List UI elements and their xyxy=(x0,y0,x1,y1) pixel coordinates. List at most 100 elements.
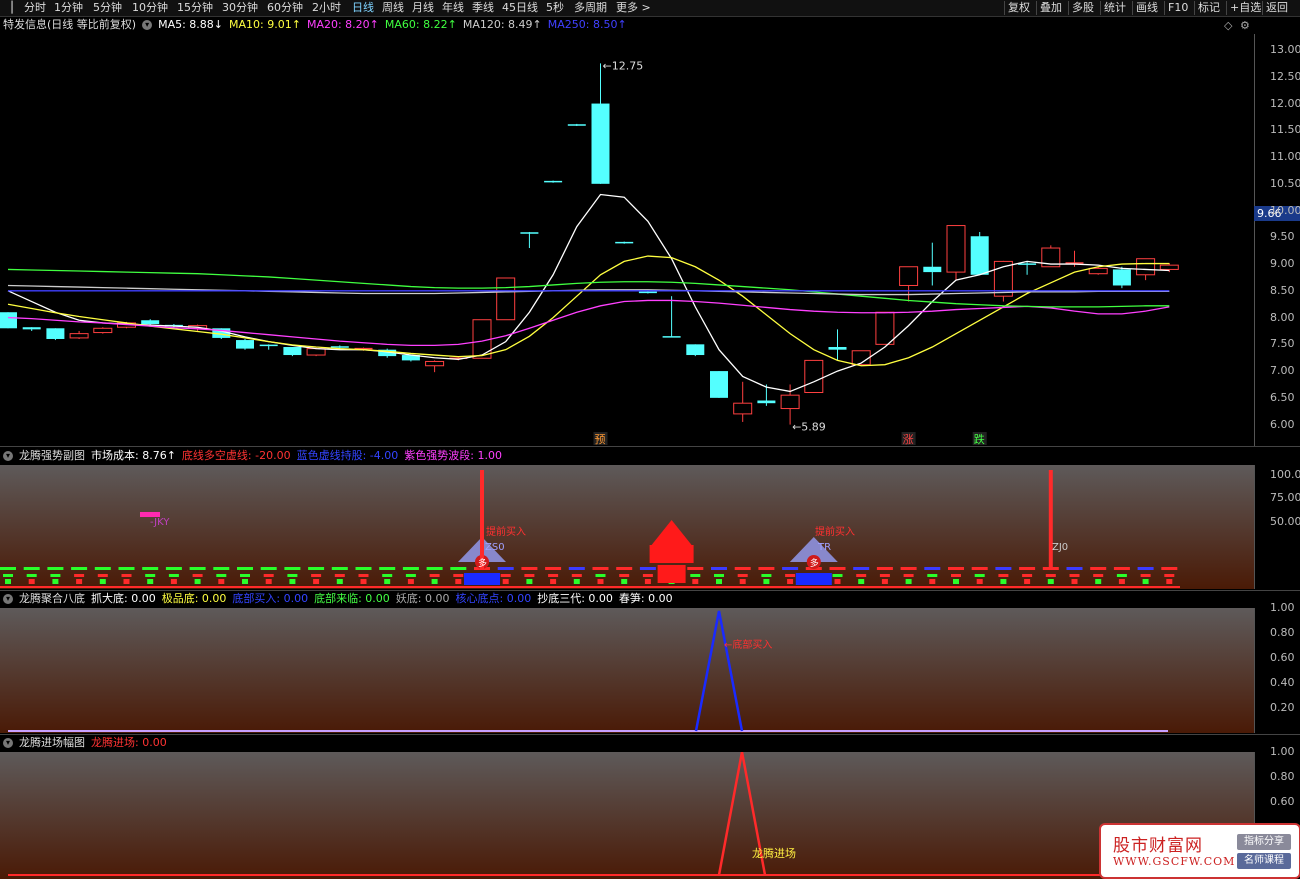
strength-bar xyxy=(881,579,888,584)
panel2-field: 妖底: 0.00 xyxy=(395,592,450,605)
panel3-tick: 0.80 xyxy=(1270,770,1295,783)
period-tab[interactable]: 年线 xyxy=(442,0,464,16)
hold-bar xyxy=(795,573,832,585)
diamond-icon[interactable]: ◇ xyxy=(1224,19,1232,32)
panel3-chart[interactable]: 龙腾进场 xyxy=(0,752,1254,879)
candle xyxy=(259,344,278,350)
chevron-down-icon[interactable]: ▾ xyxy=(3,451,13,461)
panel-background xyxy=(0,608,1254,733)
candle xyxy=(899,266,919,302)
hold-bar xyxy=(464,573,500,585)
candle xyxy=(425,360,445,373)
period-tab[interactable]: 5分钟 xyxy=(93,0,122,16)
main-title: 特发信息(日线 等比前复权) xyxy=(3,18,137,31)
panel2-tick: 0.80 xyxy=(1270,626,1295,639)
toolbar-button[interactable]: 多股 xyxy=(1072,0,1094,16)
candle xyxy=(946,225,966,281)
panel2-chart[interactable]: ←底部买入 xyxy=(0,608,1254,733)
panel1-chart[interactable]: -JKY 提前买入 提前买入 ZS0 TR ZJ0 多 多 xyxy=(0,465,1254,589)
candle-body xyxy=(0,312,17,329)
price-tick: 13.00 xyxy=(1270,43,1300,57)
settings-icon[interactable]: ⚙ xyxy=(1240,19,1250,32)
candle xyxy=(638,291,657,294)
panel3-annotation: 龙腾进场 xyxy=(752,846,796,860)
strength-bar xyxy=(1019,567,1036,570)
high-price-label: ←12.75 xyxy=(603,59,644,72)
strength-bar xyxy=(71,567,88,570)
badge-text: 多 xyxy=(478,557,487,569)
strength-bar xyxy=(450,567,467,570)
strength-bar xyxy=(121,574,132,577)
chevron-down-icon[interactable]: ▾ xyxy=(3,594,13,604)
strength-bar xyxy=(642,574,653,577)
strength-bar xyxy=(1000,579,1007,584)
toolbar-button[interactable]: 复权 xyxy=(1008,0,1030,16)
period-tab[interactable]: 更多 > xyxy=(616,0,651,16)
watermark-logo: 股市财富网 WWW.GSCFW.COM 指标分享 名师课程 xyxy=(1099,823,1300,879)
strength-bar xyxy=(165,567,182,570)
chevron-down-icon[interactable]: ▾ xyxy=(3,738,13,748)
candle-body xyxy=(472,319,492,359)
period-tab[interactable]: 多周期 xyxy=(574,0,607,16)
strength-bar xyxy=(550,579,557,584)
peak-block xyxy=(657,565,686,583)
period-tab[interactable]: 2小时 xyxy=(312,0,341,16)
strength-bar xyxy=(97,574,108,577)
period-tab[interactable]: 60分钟 xyxy=(267,0,303,16)
strength-bar xyxy=(52,579,59,584)
panel2-tick: 0.60 xyxy=(1270,651,1295,664)
candle-body xyxy=(804,359,824,393)
strength-bar xyxy=(714,574,724,577)
chevron-down-icon[interactable]: ▾ xyxy=(142,20,153,30)
strength-bar xyxy=(639,567,656,570)
strength-bar xyxy=(1113,567,1130,570)
price-tick: 11.50 xyxy=(1270,123,1300,137)
toolbar-button[interactable]: F10 xyxy=(1168,0,1188,16)
toolbar-button[interactable]: 统计 xyxy=(1104,0,1126,16)
period-tab[interactable]: 45日线 xyxy=(502,0,538,16)
strength-bar xyxy=(737,574,748,577)
strength-bar xyxy=(379,567,396,570)
toolbar-menu-icon[interactable]: ▕ xyxy=(4,0,12,16)
period-tab[interactable]: 1分钟 xyxy=(54,0,83,16)
strength-bar xyxy=(1045,574,1056,577)
period-tab[interactable]: 季线 xyxy=(472,0,494,16)
strength-bar xyxy=(76,579,83,584)
toolbar-button[interactable]: 画线 xyxy=(1136,0,1158,16)
price-tick: 12.00 xyxy=(1270,96,1300,110)
candle xyxy=(0,312,17,329)
panel1-tick: 75.00 xyxy=(1270,491,1300,504)
watermark-url: WWW.GSCFW.COM xyxy=(1113,855,1236,868)
strength-bar xyxy=(1069,574,1080,577)
toolbar-button[interactable]: 叠加 xyxy=(1040,0,1062,16)
candle xyxy=(591,63,610,184)
strength-bar xyxy=(545,567,562,570)
period-tab[interactable]: 10分钟 xyxy=(132,0,168,16)
strength-bar xyxy=(739,579,746,584)
panel-background xyxy=(0,465,1254,589)
strength-bar xyxy=(1142,579,1149,584)
strength-bar xyxy=(763,579,770,584)
period-tab[interactable]: 分时 xyxy=(24,0,46,16)
strength-bar xyxy=(900,567,917,570)
strength-bar xyxy=(334,574,345,577)
period-tab[interactable]: 5秒 xyxy=(546,0,564,16)
period-tab[interactable]: 日线 xyxy=(352,0,374,16)
period-tab[interactable]: 15分钟 xyxy=(177,0,213,16)
period-tab[interactable]: 30分钟 xyxy=(222,0,258,16)
price-tick: 6.00 xyxy=(1270,417,1295,431)
candlestick-chart[interactable]: ←12.75 ←5.89 预 涨 跌 xyxy=(0,34,1254,446)
strength-bar xyxy=(192,574,203,577)
strength-bar xyxy=(858,579,865,584)
toolbar-separator xyxy=(1068,1,1069,15)
panel2-tick: 0.20 xyxy=(1270,701,1295,714)
toolbar-button[interactable]: 标记 xyxy=(1198,0,1220,16)
strength-bar xyxy=(1095,579,1102,584)
candle-body xyxy=(69,333,89,339)
strength-bar xyxy=(502,579,509,584)
toolbar-button[interactable]: 返回 xyxy=(1266,0,1288,16)
period-tab[interactable]: 月线 xyxy=(412,0,434,16)
period-tab[interactable]: 周线 xyxy=(382,0,404,16)
toolbar-button[interactable]: +自选 xyxy=(1230,0,1261,16)
strength-bar xyxy=(429,574,440,577)
